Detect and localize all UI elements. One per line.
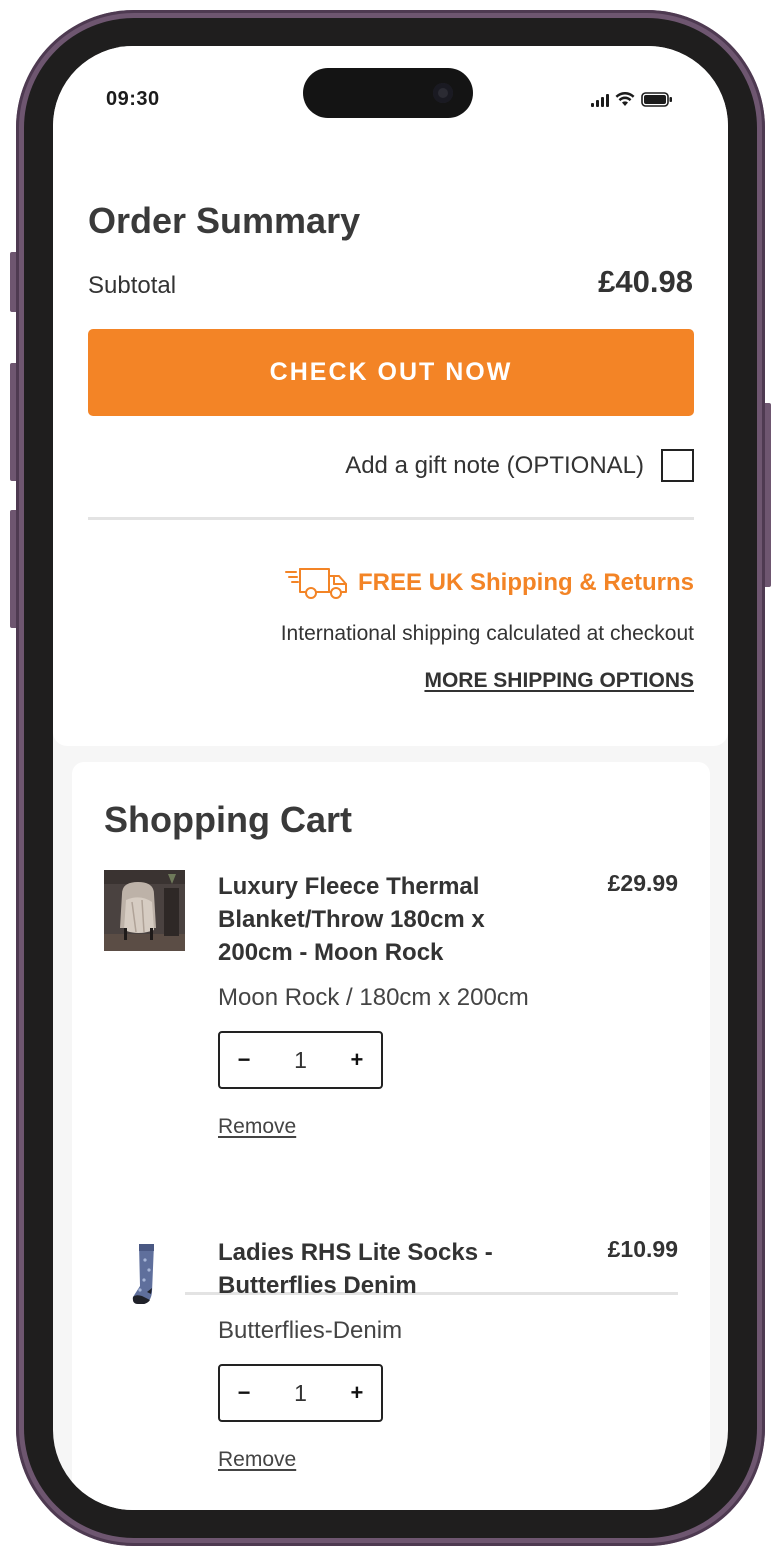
order-summary-card: Order Summary Subtotal £40.98 CHECK OUT …	[53, 158, 728, 746]
quantity-stepper: − 1 +	[218, 1364, 383, 1422]
checkout-button[interactable]: CHECK OUT NOW	[88, 329, 694, 416]
phone-screen: 09:30 Order Summary Subtotal £40.98 CHEC…	[53, 46, 728, 1510]
product-variant: Moon Rock / 180cm x 200cm	[218, 984, 529, 1011]
divider	[88, 517, 694, 520]
subtotal-value: £40.98	[598, 264, 693, 299]
quantity-value[interactable]: 1	[294, 1380, 307, 1407]
wifi-icon	[615, 92, 635, 106]
free-shipping-row: FREE UK Shipping & Returns	[284, 566, 694, 600]
blanket-product-image[interactable]	[104, 870, 185, 951]
gift-note-label[interactable]: Add a gift note (OPTIONAL)	[345, 452, 644, 480]
product-name[interactable]: Ladies RHS Lite Socks - Butterflies Deni…	[218, 1236, 518, 1302]
decrease-quantity-button[interactable]: −	[234, 1380, 254, 1406]
order-summary-title: Order Summary	[88, 200, 361, 241]
gift-note-checkbox[interactable]	[661, 449, 694, 482]
cellular-signal-icon	[591, 94, 609, 107]
international-shipping-text: International shipping calculated at che…	[280, 622, 694, 645]
product-price: £10.99	[607, 1236, 678, 1262]
free-shipping-text: FREE UK Shipping & Returns	[358, 569, 694, 596]
product-name[interactable]: Luxury Fleece Thermal Blanket/Throw 180c…	[218, 870, 518, 969]
cart-item: Ladies RHS Lite Socks - Butterflies Deni…	[72, 1236, 710, 1496]
more-shipping-options-link[interactable]: MORE SHIPPING OPTIONS	[424, 669, 694, 693]
quantity-stepper: − 1 +	[218, 1031, 383, 1089]
decrease-quantity-button[interactable]: −	[234, 1047, 254, 1073]
subtotal-label: Subtotal	[88, 272, 177, 299]
product-variant: Butterflies-Denim	[218, 1317, 403, 1344]
dynamic-island	[303, 68, 473, 118]
sock-product-image[interactable]	[104, 1236, 185, 1317]
product-price: £29.99	[607, 870, 678, 896]
increase-quantity-button[interactable]: +	[347, 1047, 367, 1073]
remove-item-link[interactable]: Remove	[218, 1448, 296, 1472]
delivery-truck-icon	[285, 568, 347, 599]
status-icons	[591, 92, 673, 107]
cart-item: Luxury Fleece Thermal Blanket/Throw 180c…	[72, 870, 710, 1295]
status-bar: 09:30	[53, 46, 728, 158]
gift-note-row[interactable]: Add a gift note (OPTIONAL)	[345, 449, 694, 482]
increase-quantity-button[interactable]: +	[347, 1380, 367, 1406]
shopping-cart-card: Shopping Cart Luxury Fleece Thermal Blan…	[72, 762, 710, 1510]
phone-mockup: 09:30 Order Summary Subtotal £40.98 CHEC…	[0, 0, 781, 1556]
status-time: 09:30	[106, 88, 160, 110]
battery-icon	[641, 92, 672, 107]
remove-item-link[interactable]: Remove	[218, 1115, 296, 1139]
shopping-cart-title: Shopping Cart	[104, 799, 352, 840]
quantity-value[interactable]: 1	[294, 1047, 307, 1074]
camera-icon	[433, 83, 453, 103]
